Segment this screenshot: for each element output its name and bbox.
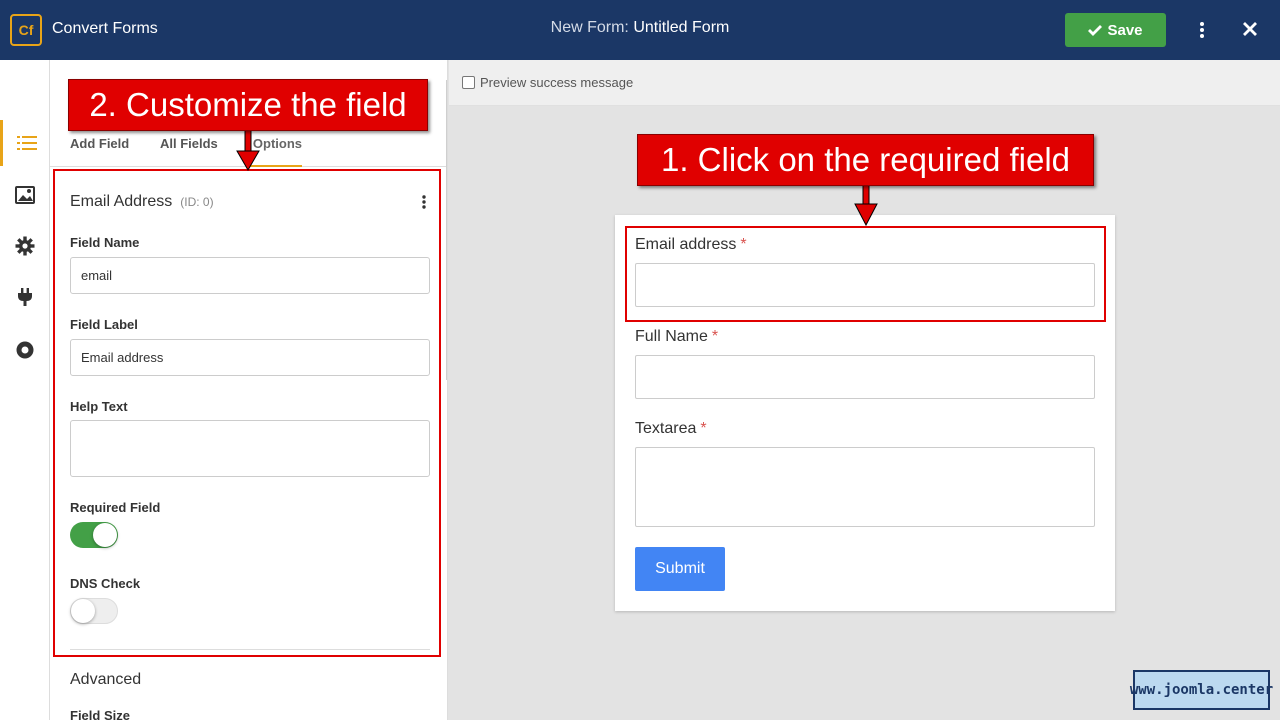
step2-arrow <box>236 128 260 171</box>
close-icon[interactable] <box>1238 17 1262 41</box>
gear-icon[interactable] <box>0 223 50 269</box>
tab-add-field[interactable]: Add Field <box>70 136 129 165</box>
step2-callout: 2. Customize the field <box>68 79 428 131</box>
textarea-field-input[interactable] <box>635 447 1095 527</box>
check-icon <box>1088 25 1103 36</box>
icon-rail <box>0 60 50 720</box>
required-mark: * <box>700 420 707 437</box>
required-mark: * <box>711 328 719 345</box>
form-title-prefix: New Form: <box>550 19 629 36</box>
step1-arrow <box>854 185 878 227</box>
watermark: www.joomla.center <box>1130 670 1273 710</box>
preview-success-checkbox[interactable] <box>462 76 475 89</box>
panel-scrollbar[interactable] <box>446 80 447 380</box>
more-options-icon[interactable] <box>1190 18 1214 42</box>
form-title-name: Untitled Form <box>633 19 730 36</box>
step1-callout: 1. Click on the required field <box>637 134 1094 186</box>
submit-button[interactable]: Submit <box>635 547 725 591</box>
full-name-field-label-text: Full Name <box>635 328 708 345</box>
field-size-label: Field Size <box>70 708 130 720</box>
field-options-highlight <box>53 169 441 657</box>
textarea-field-label-text: Textarea <box>635 420 697 437</box>
save-button[interactable]: Save <box>1065 13 1166 47</box>
top-bar: Cf Convert Forms New Form: Untitled Form… <box>0 0 1280 60</box>
image-icon[interactable] <box>0 172 50 218</box>
fields-list-icon[interactable] <box>0 120 50 166</box>
textarea-field-label[interactable]: Textarea * <box>635 420 707 438</box>
plug-icon[interactable] <box>0 274 50 320</box>
preview-success-label[interactable]: Preview success message <box>480 75 633 90</box>
save-button-label: Save <box>1107 21 1143 39</box>
full-name-field-label[interactable]: Full Name * <box>635 328 718 346</box>
preview-toolbar: Preview success message <box>449 60 1280 106</box>
full-name-field-input[interactable] <box>635 355 1095 399</box>
target-icon[interactable] <box>0 327 50 373</box>
tab-all-fields[interactable]: All Fields <box>160 136 218 165</box>
email-field-highlight <box>625 226 1106 322</box>
advanced-section-heading[interactable]: Advanced <box>70 671 141 689</box>
